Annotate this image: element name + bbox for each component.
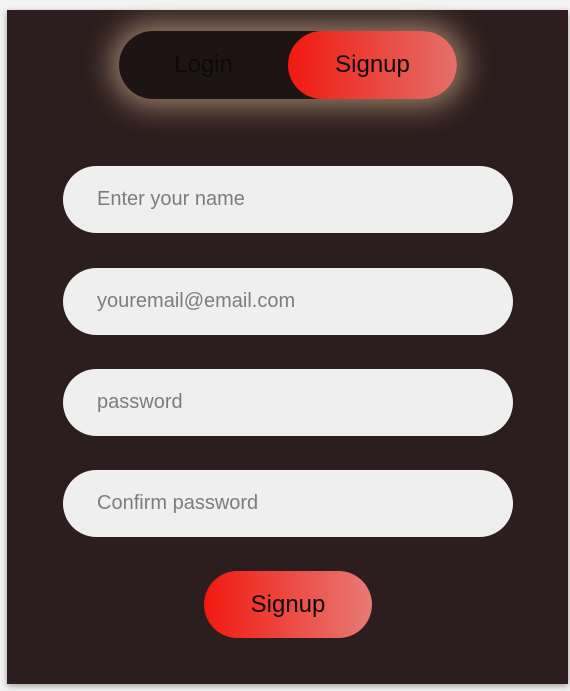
confirm-password-input[interactable]: [63, 470, 513, 537]
signup-submit-button[interactable]: Signup: [204, 571, 372, 638]
name-input[interactable]: [63, 166, 513, 233]
auth-mode-toggle: Login Signup: [119, 31, 457, 99]
signup-tab[interactable]: Signup: [288, 31, 457, 99]
login-tab[interactable]: Login: [119, 31, 288, 99]
password-input[interactable]: [63, 369, 513, 436]
signup-card: Login Signup Signup: [7, 10, 568, 684]
email-input[interactable]: [63, 268, 513, 335]
